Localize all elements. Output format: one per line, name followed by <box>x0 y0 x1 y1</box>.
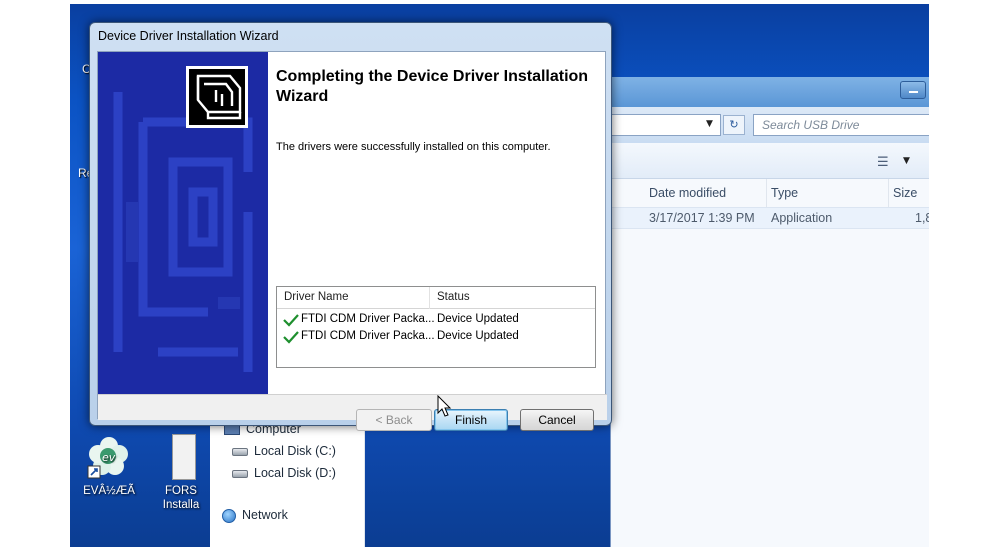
column-header-driver-name[interactable]: Driver Name <box>284 291 349 303</box>
table-row[interactable]: FTDI CDM Driver Packa... Device Updated <box>277 312 595 329</box>
flower-app-icon: ev <box>86 434 132 480</box>
hard-disk-icon <box>232 447 248 456</box>
column-header-date-modified[interactable]: Date modified <box>649 179 767 207</box>
dialog-button-bar: < Back Finish Cancel <box>98 394 607 431</box>
explorer-window: ▼ ↻ Search USB Drive ☰ ▼ Date modified T… <box>610 77 929 547</box>
computer-icon <box>224 424 240 435</box>
file-size: 1,8 <box>915 211 929 225</box>
minimize-button[interactable] <box>900 81 926 99</box>
chevron-down-icon[interactable]: ▼ <box>706 119 713 129</box>
view-options-icon[interactable]: ☰ <box>877 155 889 170</box>
dialog-title: Device Driver Installation Wizard <box>98 29 279 43</box>
back-button[interactable]: < Back <box>356 409 432 431</box>
checkmark-icon <box>283 331 299 344</box>
desktop-icon-fors[interactable]: FORS Installa <box>146 434 216 512</box>
column-divider <box>429 287 430 309</box>
nav-item-label: Local Disk (C:) <box>254 444 336 458</box>
nav-item-local-disk-d[interactable]: Local Disk (D:) <box>232 466 336 480</box>
wizard-content: Completing the Device Driver Installatio… <box>268 52 605 394</box>
column-header-type[interactable]: Type <box>771 179 889 207</box>
search-input[interactable]: Search USB Drive <box>753 114 929 136</box>
desktop-icon-eva[interactable]: ev EVÂ½ÆÃ <box>74 434 144 498</box>
document-icon <box>172 434 196 480</box>
driver-wizard-dialog: Device Driver Installation Wizard Comple… <box>89 22 612 431</box>
column-header-size[interactable]: Size <box>893 179 929 207</box>
file-date-modified: 3/17/2017 1:39 PM <box>649 211 755 225</box>
nav-item-network[interactable]: Network <box>222 508 288 523</box>
table-header: Driver Name Status <box>277 287 595 309</box>
address-bar[interactable] <box>611 114 721 136</box>
desktop-icon-label-line2: Installa <box>162 499 200 511</box>
refresh-icon[interactable]: ↻ <box>723 115 745 135</box>
wizard-banner <box>98 52 268 394</box>
driver-status: Device Updated <box>437 313 519 325</box>
driver-status: Device Updated <box>437 330 519 342</box>
hard-disk-icon <box>232 469 248 478</box>
chevron-down-icon[interactable]: ▼ <box>903 156 910 166</box>
driver-name: FTDI CDM Driver Packa... <box>301 313 435 325</box>
mouse-cursor-icon <box>437 395 452 417</box>
nav-item-label: Network <box>242 508 288 522</box>
wizard-banner-art <box>98 52 268 394</box>
driver-status-table: Driver Name Status FTDI CDM Driver Packa… <box>276 286 596 368</box>
svg-text:ev: ev <box>102 451 116 464</box>
column-header-status[interactable]: Status <box>437 291 470 303</box>
file-row[interactable]: 3/17/2017 1:39 PM Application 1,8 <box>611 207 929 229</box>
desktop-icon-label: EVÂ½ÆÃ <box>83 485 135 497</box>
address-bar-row: ▼ ↻ Search USB Drive <box>611 107 929 143</box>
wizard-message: The drivers were successfully installed … <box>276 141 551 153</box>
desktop-icon-label-line1: FORS <box>165 485 197 497</box>
driver-name: FTDI CDM Driver Packa... <box>301 330 435 342</box>
nav-item-local-disk-c[interactable]: Local Disk (C:) <box>232 444 336 458</box>
explorer-titlebar <box>611 77 929 107</box>
table-row[interactable]: FTDI CDM Driver Packa... Device Updated <box>277 329 595 346</box>
wizard-heading: Completing the Device Driver Installatio… <box>276 68 589 105</box>
navigation-pane: Computer Local Disk (C:) Local Disk (D:)… <box>210 414 365 547</box>
file-type: Application <box>771 211 833 225</box>
checkmark-icon <box>283 314 299 327</box>
nav-item-label: Local Disk (D:) <box>254 466 336 480</box>
dialog-client-area: Completing the Device Driver Installatio… <box>97 51 607 431</box>
cancel-button[interactable]: Cancel <box>520 409 594 431</box>
network-icon <box>222 508 236 523</box>
explorer-toolbar: ☰ ▼ <box>611 143 929 179</box>
